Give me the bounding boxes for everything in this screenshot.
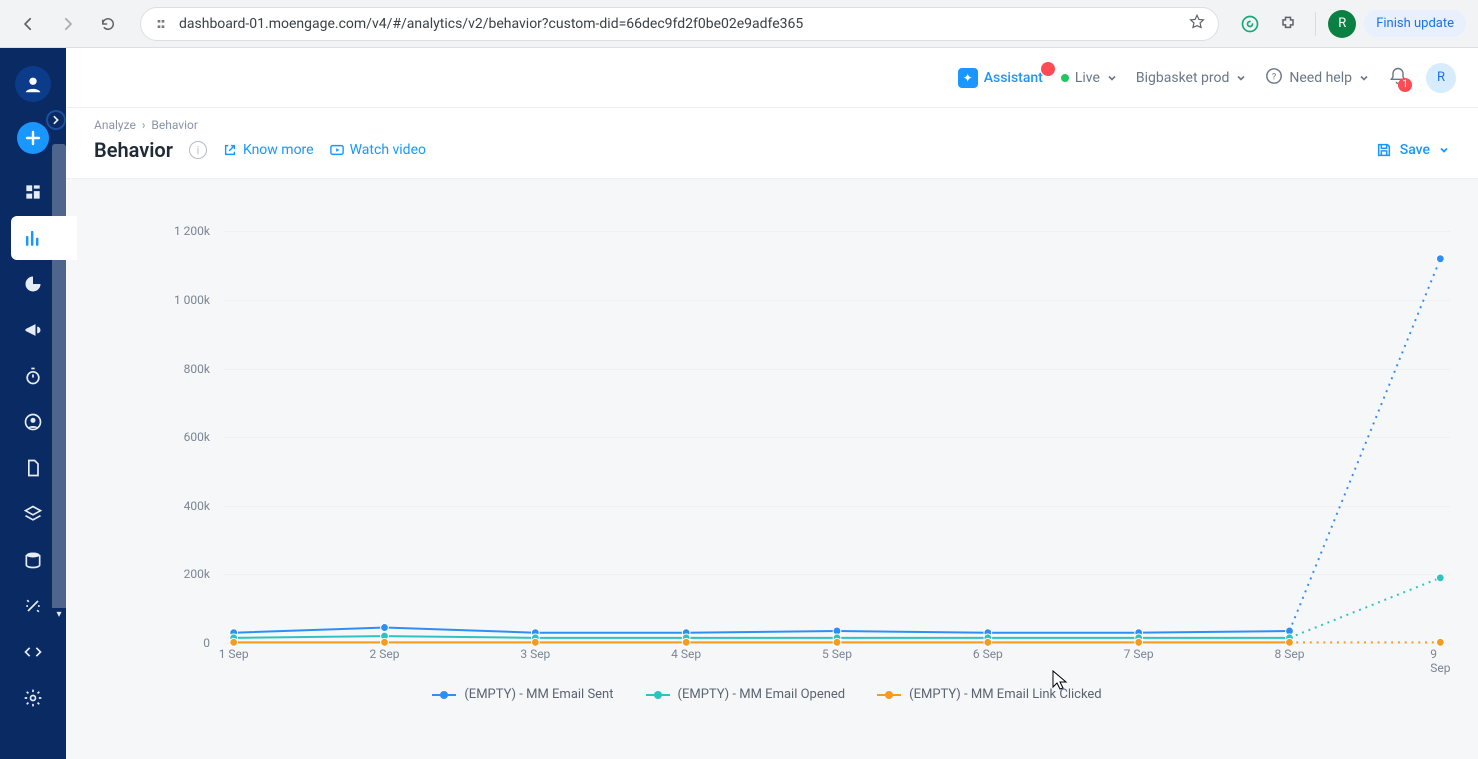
page-header: Analyze › Behavior Behavior i Know more … <box>66 108 1478 179</box>
assistant-dot-icon <box>1041 62 1055 76</box>
y-tick-label: 800k <box>124 362 210 376</box>
svg-text:?: ? <box>1272 72 1276 82</box>
brand-logo[interactable] <box>15 66 51 102</box>
x-tick-label: 8 Sep <box>1275 647 1305 661</box>
forward-button[interactable] <box>52 8 84 40</box>
sidebar-scrollbar[interactable]: ▾ <box>52 144 66 614</box>
plot <box>224 197 1450 643</box>
breadcrumb: Analyze › Behavior <box>94 118 1450 132</box>
x-tick-label: 5 Sep <box>822 647 852 661</box>
legend-label: (EMPTY) - MM Email Opened <box>678 687 846 702</box>
workspace-switch[interactable]: Bigbasket prod <box>1136 70 1247 86</box>
topbar: ✦ Assistant Live Bigbasket prod ? Need h… <box>66 48 1478 108</box>
help-button[interactable]: ? Need help <box>1265 67 1370 89</box>
sidebar: ▾ <box>0 48 66 759</box>
legend-item[interactable]: (EMPTY) - MM Email Opened <box>646 687 846 702</box>
create-button[interactable] <box>17 122 49 154</box>
sidebar-expand-button[interactable] <box>46 110 66 130</box>
workspace-label: Bigbasket prod <box>1136 70 1229 86</box>
breadcrumb-root[interactable]: Analyze <box>94 118 136 132</box>
x-tick-label: 3 Sep <box>520 647 550 661</box>
y-tick-label: 200k <box>124 567 210 581</box>
x-tick-label: 1 Sep <box>219 647 249 661</box>
x-tick-label: 9 Sep <box>1430 647 1450 675</box>
x-tick-label: 2 Sep <box>370 647 400 661</box>
breadcrumb-sep: › <box>142 118 146 132</box>
info-icon[interactable]: i <box>189 141 207 159</box>
user-avatar[interactable]: R <box>1426 63 1456 93</box>
page-title: Behavior <box>94 138 173 162</box>
chevron-down-icon <box>1358 72 1370 84</box>
know-more-label: Know more <box>243 142 314 158</box>
grammarly-icon[interactable] <box>1235 9 1265 39</box>
profile-chip[interactable]: R <box>1328 10 1356 38</box>
x-tick-label: 7 Sep <box>1124 647 1154 661</box>
legend-label: (EMPTY) - MM Email Sent <box>464 687 613 702</box>
help-icon: ? <box>1265 67 1283 89</box>
chevron-down-icon <box>1106 72 1118 84</box>
legend-label: (EMPTY) - MM Email Link Clicked <box>909 687 1102 702</box>
y-tick-label: 0 <box>124 636 210 650</box>
back-button[interactable] <box>12 8 44 40</box>
legend-item[interactable]: (EMPTY) - MM Email Link Clicked <box>877 687 1102 702</box>
x-tick-label: 6 Sep <box>973 647 1003 661</box>
assistant-icon: ✦ <box>958 68 978 88</box>
legend-swatch <box>646 690 670 700</box>
notification-badge: 1 <box>1398 78 1412 92</box>
browser-chrome: dashboard-01.moengage.com/v4/#/analytics… <box>0 0 1478 48</box>
save-icon <box>1376 142 1392 158</box>
assistant-button[interactable]: ✦ Assistant <box>958 68 1043 88</box>
address-bar[interactable]: dashboard-01.moengage.com/v4/#/analytics… <box>140 7 1219 41</box>
live-label: Live <box>1075 70 1100 86</box>
legend-swatch <box>877 690 901 700</box>
chevron-down-icon <box>1438 144 1450 156</box>
y-tick-label: 1 000k <box>124 293 210 307</box>
y-axis: 0200k400k600k800k1 000k1 200k <box>124 197 224 643</box>
external-link-icon <box>223 143 237 157</box>
assistant-label: Assistant <box>984 70 1043 86</box>
x-axis: 1 Sep2 Sep3 Sep4 Sep5 Sep6 Sep7 Sep8 Sep… <box>224 643 1450 677</box>
x-tick-label: 4 Sep <box>671 647 701 661</box>
watch-video-label: Watch video <box>350 142 426 158</box>
y-tick-label: 1 200k <box>124 224 210 238</box>
breadcrumb-current: Behavior <box>151 118 198 132</box>
help-label: Need help <box>1289 70 1352 86</box>
scroll-cap-icon: ▾ <box>52 608 66 620</box>
know-more-link[interactable]: Know more <box>223 142 314 158</box>
chevron-down-icon <box>1235 72 1247 84</box>
extensions-icon[interactable] <box>1273 9 1303 39</box>
y-tick-label: 400k <box>124 499 210 513</box>
legend-item[interactable]: (EMPTY) - MM Email Sent <box>432 687 613 702</box>
watch-video-link[interactable]: Watch video <box>330 142 426 158</box>
environment-switch[interactable]: Live <box>1061 70 1118 86</box>
divider <box>1315 12 1316 36</box>
reload-button[interactable] <box>92 8 124 40</box>
notifications-button[interactable]: 1 <box>1388 66 1408 90</box>
play-icon <box>330 143 344 157</box>
save-label: Save <box>1400 142 1430 158</box>
legend-swatch <box>432 690 456 700</box>
site-settings-icon <box>153 16 169 32</box>
legend: (EMPTY) - MM Email Sent (EMPTY) - MM Emai… <box>84 687 1450 710</box>
save-button[interactable]: Save <box>1376 142 1450 158</box>
bookmark-icon[interactable] <box>1188 13 1206 35</box>
address-text: dashboard-01.moengage.com/v4/#/analytics… <box>179 16 1178 32</box>
y-tick-label: 600k <box>124 430 210 444</box>
chart-area: 0 200k 400k 600k 800k 1 000k 1 200k 1 Sep 2 Sep… <box>66 179 1478 759</box>
live-indicator-icon <box>1061 74 1069 82</box>
finish-update-button[interactable]: Finish update <box>1364 10 1466 37</box>
